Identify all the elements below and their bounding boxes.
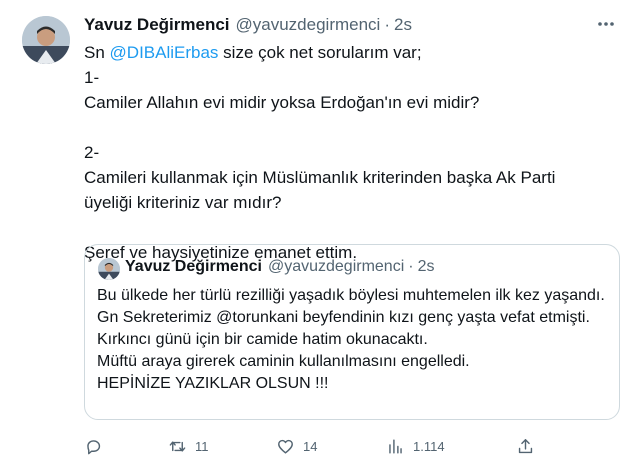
author-name[interactable]: Yavuz Değirmenci <box>84 15 230 35</box>
quote-author-name: Yavuz Değirmenci <box>125 258 262 275</box>
like-count: 14 <box>303 438 318 454</box>
tweet-line-3: Camiler Allahın evi midir yoksa Erdoğan'… <box>84 93 480 112</box>
retweet-count: 11 <box>195 438 209 454</box>
author-handle[interactable]: @yavuzdegirmenci <box>236 15 381 35</box>
quote-line: Müftü araya girerek caminin kullanılması… <box>97 353 470 370</box>
separator: · <box>384 15 391 34</box>
retweet-icon <box>169 440 186 452</box>
heart-icon <box>278 439 293 454</box>
timestamp[interactable]: 2s <box>394 15 412 35</box>
tweet-line-2: 1- <box>84 68 100 87</box>
share-icon <box>518 438 533 453</box>
quoted-tweet[interactable]: Yavuz Değirmenci @yavuzdegirmenci · 2s B… <box>84 244 620 420</box>
quote-text: Bu ülkede her türlü rezilliği yaşadık bö… <box>97 285 609 395</box>
views-icon <box>389 438 402 454</box>
avatar[interactable] <box>22 16 70 64</box>
quote-timestamp: 2s <box>417 258 435 275</box>
quote-author-handle: @yavuzdegirmenci <box>267 258 405 275</box>
mention-link[interactable]: @DIBAliErbas <box>110 43 219 62</box>
more-icon[interactable] <box>594 12 618 36</box>
tweet-line-4: 2- <box>84 143 100 162</box>
quote-avatar <box>98 258 120 280</box>
tweet-line-1: Sn @DIBAliErbas size çok net sorularım v… <box>84 40 604 65</box>
reply-button[interactable] <box>84 437 168 456</box>
tweet-line-1-prefix: Sn <box>84 43 110 62</box>
tweet-line-5: Camileri kullanmak için Müslümanlık krit… <box>84 168 556 212</box>
quote-line: Bu ülkede her türlü rezilliği yaşadık bö… <box>97 287 605 304</box>
retweet-button[interactable]: 11 <box>168 437 276 456</box>
tweet-header: Yavuz Değirmenci @yavuzdegirmenci · 2s <box>84 15 412 35</box>
quote-separator: · <box>408 258 414 275</box>
like-button[interactable]: 14 <box>276 437 386 456</box>
tweet-line-1-suffix: size çok net sorularım var; <box>218 43 422 62</box>
share-button[interactable] <box>516 437 535 456</box>
quote-header: Yavuz Değirmenci @yavuzdegirmenci · 2s <box>125 258 434 276</box>
quote-line: Gn Sekreterimiz @torunkani beyfendinin k… <box>97 309 590 326</box>
views-button[interactable]: 1.114 <box>386 437 516 456</box>
quote-line: HEPİNİZE YAZIKLAR OLSUN !!! <box>97 375 329 392</box>
quote-line: Kırkıncı günü için bir camide hatim okun… <box>97 331 428 348</box>
views-count: 1.114 <box>413 438 445 454</box>
tweet-text: Sn @DIBAliErbas size çok net sorularım v… <box>84 40 604 265</box>
reply-icon <box>87 439 101 454</box>
action-bar: 11 14 1.114 <box>84 434 604 458</box>
